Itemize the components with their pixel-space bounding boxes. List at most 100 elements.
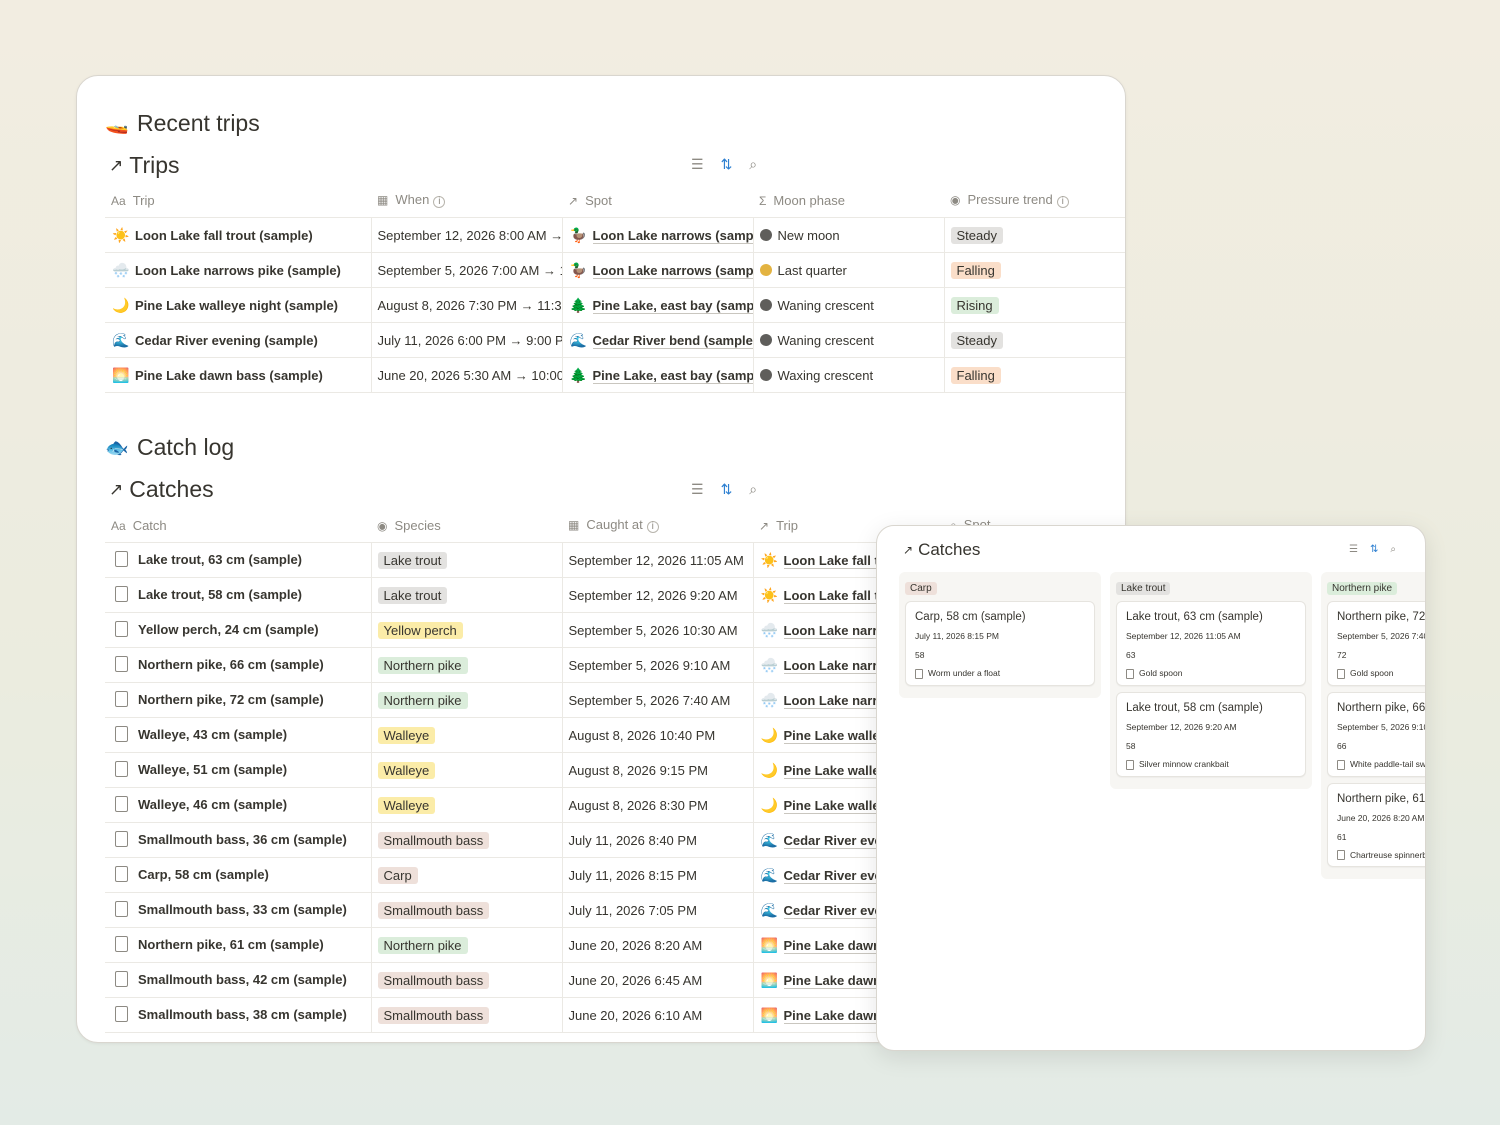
spot-link[interactable]: Pine Lake, east bay (sample) (592, 297, 752, 314)
col-header-caught-at[interactable]: ▦ Caught at i (562, 508, 753, 543)
caught-at-cell[interactable]: August 8, 2026 8:30 PM (562, 787, 754, 823)
species-cell[interactable]: Yellow perch (371, 612, 563, 648)
caught-at-cell[interactable]: June 20, 2026 6:10 AM (562, 997, 754, 1033)
when-cell[interactable]: September 5, 2026 7:00 AM → 11:00 AM (371, 252, 563, 288)
spot-cell[interactable]: 🦆 Loon Lake narrows (sample) (562, 252, 754, 288)
trip-cell[interactable]: 🌨️ Loon Lake narrows pike (sample) (105, 252, 372, 288)
search-icon[interactable]: ⌕ (1390, 544, 1396, 555)
lure-link[interactable]: Worm under a float (928, 668, 1000, 678)
board-db-title[interactable]: ↗ Catches (903, 540, 980, 560)
group-tag[interactable]: Carp (905, 582, 937, 595)
sort-icon[interactable]: ⇅ (1370, 544, 1378, 555)
catch-cell[interactable]: Northern pike, 61 cm (sample) (105, 927, 372, 963)
catch-cell[interactable]: Smallmouth bass, 38 cm (sample) (105, 997, 372, 1033)
species-cell[interactable]: Smallmouth bass (371, 997, 563, 1033)
col-header-catch[interactable]: Aa Catch (105, 508, 371, 543)
trip-row[interactable]: ☀️ Loon Lake fall trout (sample) September… (105, 217, 1125, 253)
lure-link[interactable]: Silver minnow crankbait (1139, 759, 1229, 769)
catch-cell[interactable]: Carp, 58 cm (sample) (105, 857, 372, 893)
species-cell[interactable]: Northern pike (371, 647, 563, 683)
trip-row[interactable]: 🌨️ Loon Lake narrows pike (sample) Septemb… (105, 252, 1125, 288)
spot-cell[interactable]: 🌲 Pine Lake, east bay (sample) (562, 287, 754, 323)
trip-row[interactable]: 🌊 Cedar River evening (sample) July 11, 20… (105, 322, 1125, 358)
board-card[interactable]: Northern pike, 66 cm (sample) September 5… (1327, 691, 1425, 777)
board-card[interactable]: Lake trout, 58 cm (sample) September 12, … (1116, 691, 1306, 777)
col-header-species[interactable]: ◉ Species (371, 508, 562, 543)
lure-link[interactable]: Chartreuse spinnerbait (1350, 850, 1425, 860)
caught-at-cell[interactable]: June 20, 2026 6:45 AM (562, 962, 754, 998)
spot-link[interactable]: Loon Lake narrows (sample) (592, 262, 752, 279)
trip-cell[interactable]: 🌙 Pine Lake walleye night (sample) (105, 287, 372, 323)
board-card[interactable]: Northern pike, 72 cm (sample) September 5… (1327, 601, 1425, 686)
caught-at-cell[interactable]: September 5, 2026 10:30 AM (562, 612, 754, 648)
col-header-pressure-trend[interactable]: ◉ Pressure trend i (944, 183, 1125, 218)
col-header-trip[interactable]: Aa Trip (105, 183, 371, 218)
catch-cell[interactable]: Smallmouth bass, 36 cm (sample) (105, 822, 372, 858)
board-card[interactable]: Lake trout, 63 cm (sample) September 12, … (1116, 601, 1306, 686)
sort-icon[interactable]: ⇅ (721, 481, 733, 498)
sort-icon[interactable]: ⇅ (721, 156, 733, 173)
spot-cell[interactable]: 🌊 Cedar River bend (sample) (562, 322, 754, 358)
pressure-cell[interactable]: Rising (944, 287, 1125, 323)
trips-db-title[interactable]: ↗ Trips (109, 152, 180, 179)
species-cell[interactable]: Walleye (371, 752, 563, 788)
board-card[interactable]: Northern pike, 61 cm (sample) June 20, 20… (1327, 782, 1425, 868)
caught-at-cell[interactable]: September 12, 2026 9:20 AM (562, 577, 754, 613)
col-header-spot[interactable]: ↗ Spot (562, 183, 753, 218)
caught-at-cell[interactable]: June 20, 2026 8:20 AM (562, 927, 754, 963)
search-icon[interactable]: ⌕ (749, 481, 757, 498)
when-cell[interactable]: September 12, 2026 8:00 AM → 12:00 PM (371, 217, 563, 253)
species-cell[interactable]: Smallmouth bass (371, 822, 563, 858)
spot-link[interactable]: Pine Lake, east bay (sample) (592, 367, 752, 384)
caught-at-cell[interactable]: July 11, 2026 8:40 PM (562, 822, 754, 858)
trip-row[interactable]: 🌅 Pine Lake dawn bass (sample) June 20, 20… (105, 357, 1125, 393)
pressure-cell[interactable]: Falling (944, 357, 1125, 393)
species-cell[interactable]: Carp (371, 857, 563, 893)
trip-cell[interactable]: ☀️ Loon Lake fall trout (sample) (105, 217, 372, 253)
spot-link[interactable]: Cedar River bend (sample) (592, 332, 752, 349)
filter-icon[interactable]: ☰ (691, 481, 704, 498)
when-cell[interactable]: August 8, 2026 7:30 PM → 11:30 PM (371, 287, 563, 323)
catch-cell[interactable]: Smallmouth bass, 33 cm (sample) (105, 892, 372, 928)
catches-db-title[interactable]: ↗ Catches (109, 476, 214, 503)
trip-cell[interactable]: 🌊 Cedar River evening (sample) (105, 322, 372, 358)
species-cell[interactable]: Smallmouth bass (371, 892, 563, 928)
trip-cell[interactable]: 🌅 Pine Lake dawn bass (sample) (105, 357, 372, 393)
caught-at-cell[interactable]: August 8, 2026 9:15 PM (562, 752, 754, 788)
caught-at-cell[interactable]: September 5, 2026 9:10 AM (562, 647, 754, 683)
trip-row[interactable]: 🌙 Pine Lake walleye night (sample) August … (105, 287, 1125, 323)
catch-cell[interactable]: Lake trout, 58 cm (sample) (105, 577, 372, 613)
caught-at-cell[interactable]: July 11, 2026 7:05 PM (562, 892, 754, 928)
spot-cell[interactable]: 🦆 Loon Lake narrows (sample) (562, 217, 754, 253)
species-cell[interactable]: Lake trout (371, 577, 563, 613)
species-cell[interactable]: Lake trout (371, 542, 563, 578)
catch-cell[interactable]: Lake trout, 63 cm (sample) (105, 542, 372, 578)
catch-cell[interactable]: Walleye, 51 cm (sample) (105, 752, 372, 788)
group-tag[interactable]: Lake trout (1116, 582, 1171, 595)
species-cell[interactable]: Walleye (371, 787, 563, 823)
species-cell[interactable]: Northern pike (371, 927, 563, 963)
when-cell[interactable]: June 20, 2026 5:30 AM → 10:00 AM (371, 357, 563, 393)
catch-cell[interactable]: Walleye, 43 cm (sample) (105, 717, 372, 753)
lure-link[interactable]: White paddle-tail swimbait (1350, 759, 1425, 769)
catch-cell[interactable]: Northern pike, 72 cm (sample) (105, 682, 372, 718)
filter-icon[interactable]: ☰ (691, 156, 704, 173)
lure-link[interactable]: Gold spoon (1350, 668, 1393, 678)
search-icon[interactable]: ⌕ (749, 156, 757, 173)
caught-at-cell[interactable]: September 12, 2026 11:05 AM (562, 542, 754, 578)
pressure-cell[interactable]: Steady (944, 322, 1125, 358)
group-tag[interactable]: Northern pike (1327, 582, 1398, 595)
lure-link[interactable]: Gold spoon (1139, 668, 1182, 678)
col-header-when[interactable]: ▦ When i (371, 183, 562, 218)
catch-cell[interactable]: Smallmouth bass, 42 cm (sample) (105, 962, 372, 998)
catch-cell[interactable]: Walleye, 46 cm (sample) (105, 787, 372, 823)
species-cell[interactable]: Walleye (371, 717, 563, 753)
caught-at-cell[interactable]: August 8, 2026 10:40 PM (562, 717, 754, 753)
spot-cell[interactable]: 🌲 Pine Lake, east bay (sample) (562, 357, 754, 393)
pressure-cell[interactable]: Steady (944, 217, 1125, 253)
catch-cell[interactable]: Northern pike, 66 cm (sample) (105, 647, 372, 683)
board-card[interactable]: Carp, 58 cm (sample) July 11, 2026 8:15 P… (905, 601, 1095, 686)
species-cell[interactable]: Northern pike (371, 682, 563, 718)
spot-link[interactable]: Loon Lake narrows (sample) (592, 227, 752, 244)
col-header-moon-phase[interactable]: Σ Moon phase (753, 183, 944, 218)
